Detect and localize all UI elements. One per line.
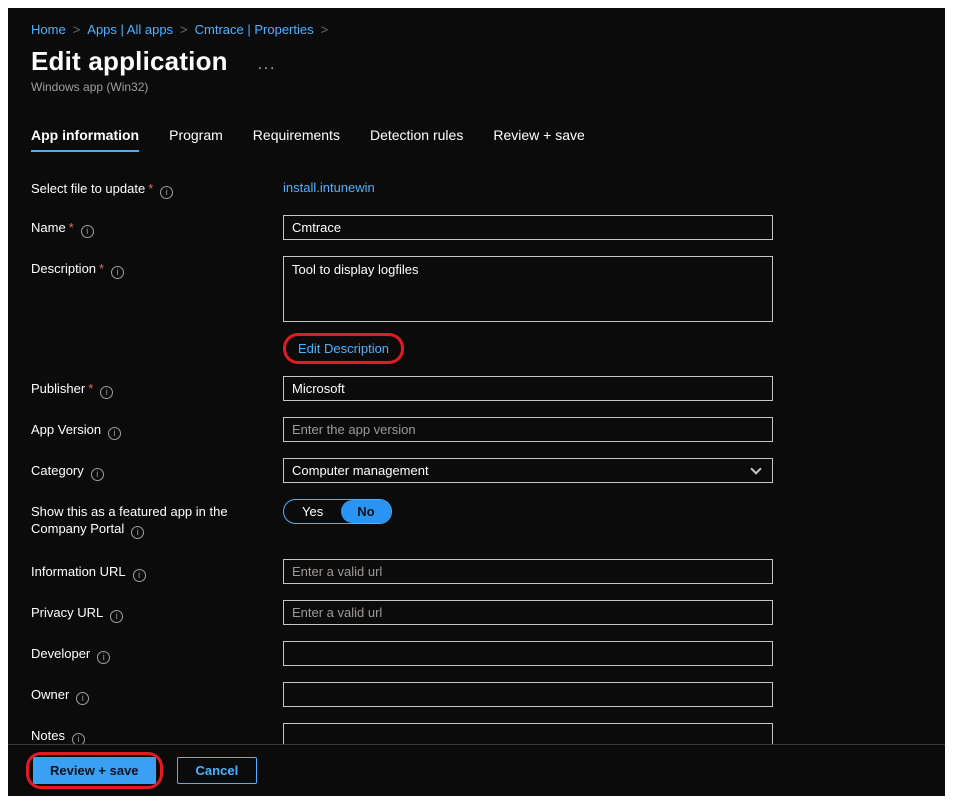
page-title: Edit application <box>31 46 228 77</box>
edit-application-page: Home > Apps | All apps > Cmtrace | Propertie… <box>8 8 945 796</box>
name-label: Name*i <box>31 215 283 238</box>
app-version-label: App Versioni <box>31 417 283 440</box>
publisher-input[interactable] <box>283 376 773 401</box>
info-icon[interactable]: i <box>111 266 124 279</box>
owner-input[interactable] <box>283 682 773 707</box>
row-category: Categoryi Computer management <box>31 458 945 483</box>
privacy-url-input[interactable] <box>283 600 773 625</box>
tab-app-information[interactable]: App information <box>31 127 139 152</box>
red-highlight-annotation: Edit Description <box>283 333 404 364</box>
row-description: Description*i Tool to display logfiles <box>31 256 945 327</box>
row-app-version: App Versioni <box>31 417 945 442</box>
info-icon[interactable]: i <box>108 427 121 440</box>
category-selected-value: Computer management <box>292 463 429 478</box>
row-publisher: Publisher*i <box>31 376 945 401</box>
info-icon[interactable]: i <box>133 569 146 582</box>
description-label: Description*i <box>31 256 283 279</box>
featured-app-label: Show this as a featured app in the Compa… <box>31 499 283 539</box>
info-icon[interactable]: i <box>131 526 144 539</box>
row-name: Name*i <box>31 215 945 240</box>
chevron-down-icon <box>750 463 761 474</box>
row-owner: Owneri <box>31 682 945 707</box>
notes-label: Notesi <box>31 723 283 746</box>
review-save-button[interactable]: Review + save <box>33 757 156 784</box>
breadcrumb-home[interactable]: Home <box>31 22 66 37</box>
install-intunewin-link[interactable]: install.intunewin <box>283 176 375 195</box>
info-icon[interactable]: i <box>81 225 94 238</box>
information-url-input[interactable] <box>283 559 773 584</box>
row-privacy-url: Privacy URLi <box>31 600 945 625</box>
page-subtitle: Windows app (Win32) <box>8 77 945 94</box>
select-file-label: Select file to update*i <box>31 176 283 199</box>
required-marker: * <box>99 261 104 276</box>
row-featured-app: Show this as a featured app in the Compa… <box>31 499 945 539</box>
info-icon[interactable]: i <box>91 468 104 481</box>
info-icon[interactable]: i <box>97 651 110 664</box>
app-information-form: Select file to update*i install.intunewi… <box>8 152 945 792</box>
publisher-label: Publisher*i <box>31 376 283 399</box>
page-header: Edit application ... <box>8 37 945 77</box>
row-information-url: Information URLi <box>31 559 945 584</box>
breadcrumb-cmtrace-properties[interactable]: Cmtrace | Properties <box>195 22 314 37</box>
breadcrumb-separator: > <box>180 22 188 37</box>
required-marker: * <box>69 220 74 235</box>
developer-label: Developeri <box>31 641 283 664</box>
category-label: Categoryi <box>31 458 283 481</box>
more-options-icon[interactable]: ... <box>258 50 277 73</box>
name-input[interactable] <box>283 215 773 240</box>
breadcrumb-separator: > <box>321 22 329 37</box>
tab-bar: App information Program Requirements Det… <box>8 94 945 152</box>
developer-input[interactable] <box>283 641 773 666</box>
toggle-option-no[interactable]: No <box>341 500 390 523</box>
app-version-input[interactable] <box>283 417 773 442</box>
info-icon[interactable]: i <box>76 692 89 705</box>
cancel-button[interactable]: Cancel <box>177 757 258 784</box>
breadcrumb: Home > Apps | All apps > Cmtrace | Propertie… <box>8 8 945 37</box>
breadcrumb-all-apps[interactable]: Apps | All apps <box>87 22 173 37</box>
breadcrumb-separator: > <box>73 22 81 37</box>
toggle-option-yes[interactable]: Yes <box>284 500 341 523</box>
info-icon[interactable]: i <box>110 610 123 623</box>
footer-bar: Review + save Cancel <box>8 744 945 796</box>
tab-detection-rules[interactable]: Detection rules <box>370 127 463 152</box>
row-select-file: Select file to update*i install.intunewi… <box>31 176 945 199</box>
description-textarea[interactable]: Tool to display logfiles <box>283 256 773 322</box>
tab-review-save[interactable]: Review + save <box>493 127 584 152</box>
tab-requirements[interactable]: Requirements <box>253 127 340 152</box>
row-developer: Developeri <box>31 641 945 666</box>
tab-program[interactable]: Program <box>169 127 223 152</box>
red-highlight-annotation: Review + save <box>26 752 163 789</box>
category-dropdown[interactable]: Computer management <box>283 458 773 483</box>
info-icon[interactable]: i <box>100 386 113 399</box>
edit-description-button[interactable]: Edit Description <box>290 338 397 359</box>
required-marker: * <box>88 381 93 396</box>
privacy-url-label: Privacy URLi <box>31 600 283 623</box>
information-url-label: Information URLi <box>31 559 283 582</box>
row-edit-description: Edit Description <box>31 333 945 364</box>
owner-label: Owneri <box>31 682 283 705</box>
required-marker: * <box>148 181 153 196</box>
info-icon[interactable]: i <box>160 186 173 199</box>
featured-toggle: Yes No <box>283 499 392 524</box>
